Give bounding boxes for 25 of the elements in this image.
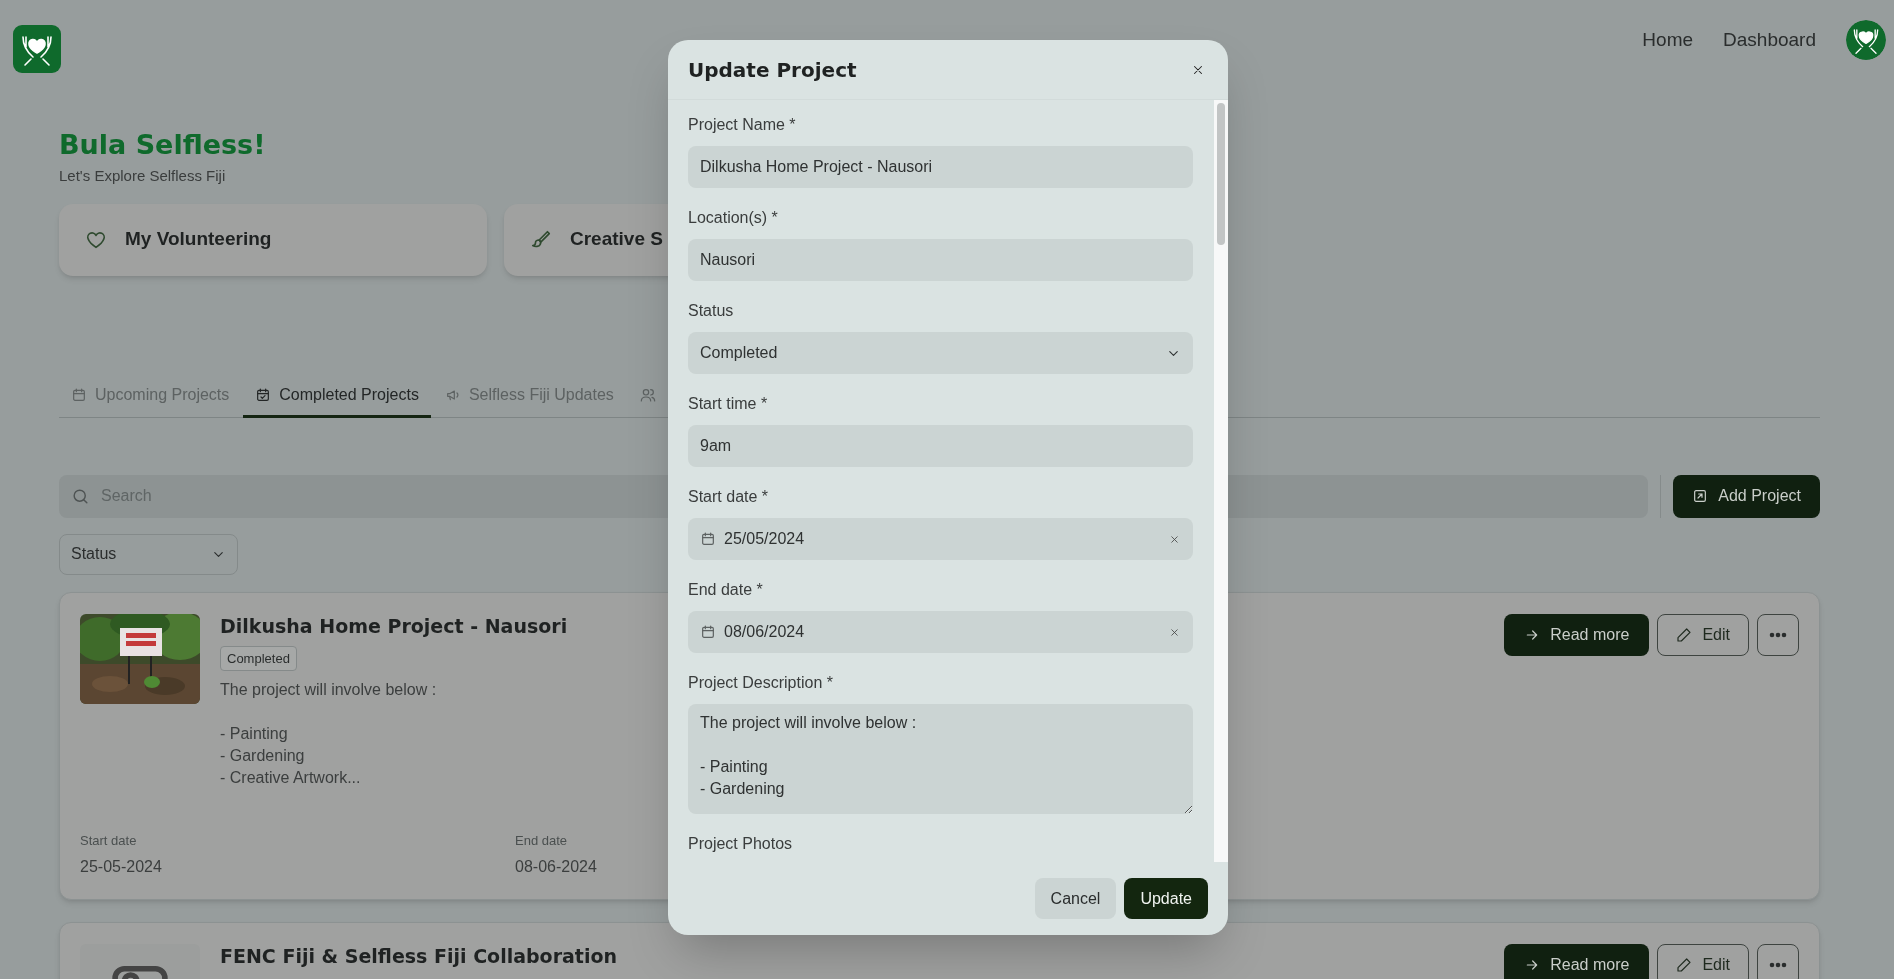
field-label: Start time * bbox=[688, 394, 769, 414]
greeting-subtitle: Let's Explore Selfless Fiji bbox=[59, 166, 226, 186]
field-label: Project Description * bbox=[688, 673, 834, 693]
project-title: Dilkusha Home Project - Nausori bbox=[220, 613, 568, 638]
field-label: Location(s) * bbox=[688, 208, 779, 228]
date-value: 25/05/2024 bbox=[724, 529, 806, 549]
feature-card-label: Creative S bbox=[570, 227, 663, 252]
date-value: 08/06/2024 bbox=[724, 622, 806, 642]
feature-card-label: My Volunteering bbox=[125, 227, 272, 252]
date-label: Start date bbox=[80, 832, 138, 850]
field-label: Status bbox=[688, 301, 735, 321]
field-label: Project Name * bbox=[688, 115, 797, 135]
date-value: 08-06-2024 bbox=[515, 856, 597, 877]
field-label: End date * bbox=[688, 580, 764, 600]
greeting-title: Bula Selfless! bbox=[59, 128, 267, 162]
date-value: 25-05-2024 bbox=[80, 856, 163, 877]
select-value: Completed bbox=[700, 343, 778, 363]
project-title: FENC Fiji & Selfless Fiji Collaboration bbox=[220, 943, 617, 968]
field-label: Start date * bbox=[688, 487, 770, 507]
dropdown-placeholder: Status bbox=[71, 544, 117, 564]
status-badge: Completed bbox=[220, 645, 297, 671]
dialog-title: Update Project bbox=[688, 56, 857, 84]
project-description: The project will involve below : - Painting - Gardening - Creative Artwork... bbox=[220, 680, 437, 788]
field-label: Project Photos bbox=[688, 834, 794, 854]
date-label: End date bbox=[515, 832, 569, 850]
